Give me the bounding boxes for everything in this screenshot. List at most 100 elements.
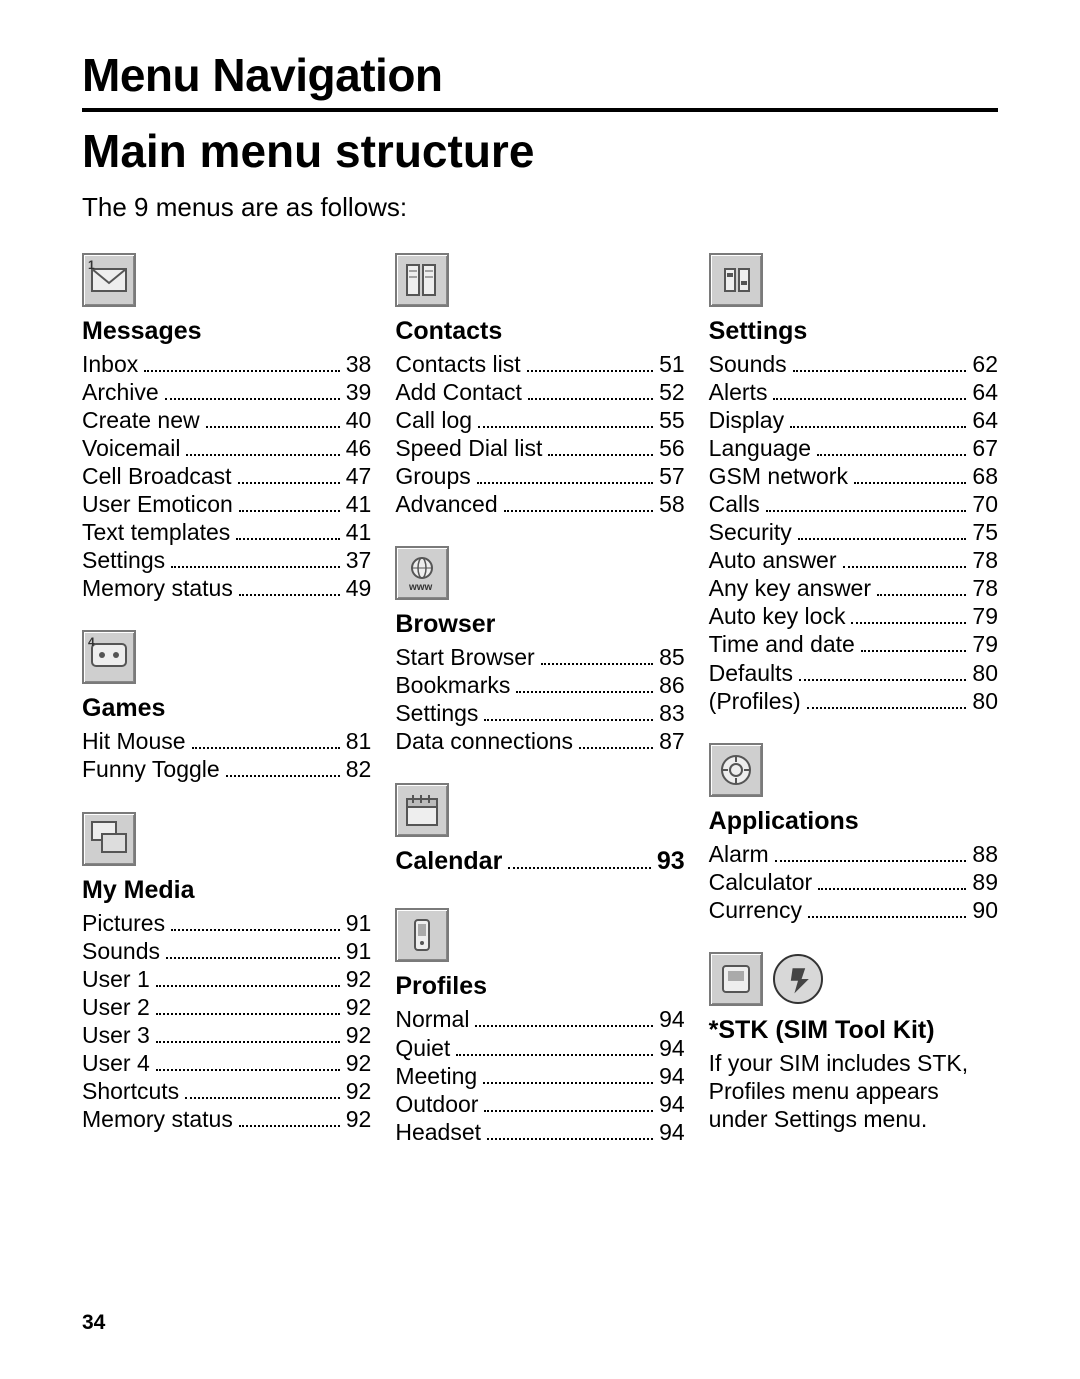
leader-dots [541, 663, 653, 665]
divider [82, 108, 998, 112]
menu-item-label: Archive [82, 378, 159, 406]
menu-item-page: 92 [346, 1049, 372, 1077]
menu-item-page: 41 [346, 490, 372, 518]
menu-item-page: 94 [659, 1034, 685, 1062]
menu-block: SettingsSounds62Alerts64Display64Languag… [709, 253, 998, 715]
menu-block: ProfilesNormal94Quiet94Meeting94Outdoor9… [395, 908, 684, 1145]
menu-title: Profiles [395, 972, 684, 1001]
menu-item-label: Outdoor [395, 1090, 478, 1118]
leader-dots [239, 510, 340, 512]
menu-item: Inbox 38 [82, 350, 371, 378]
menu-item-page: 80 [972, 687, 998, 715]
leader-dots [793, 370, 967, 372]
browser-icon: www [395, 546, 449, 600]
menu-item-label: Headset [395, 1118, 481, 1146]
menu-item-label: Meeting [395, 1062, 477, 1090]
menu-item: Quiet94 [395, 1034, 684, 1062]
menu-item: User 392 [82, 1021, 371, 1049]
menu-item-label: Start Browser [395, 643, 534, 671]
menu-title: Applications [709, 807, 998, 836]
leader-dots [851, 622, 966, 624]
column: SettingsSounds62Alerts64Display64Languag… [709, 253, 998, 1174]
leader-dots [527, 370, 653, 372]
menu-item: Any key answer78 [709, 574, 998, 602]
leader-dots [818, 888, 966, 890]
icon-pair [709, 952, 998, 1006]
leader-dots [773, 398, 966, 400]
leader-dots [186, 454, 339, 456]
menu-item-label: Currency [709, 896, 802, 924]
menu-item-label: Create new [82, 406, 200, 434]
leader-dots [165, 398, 340, 400]
menu-item-page: 39 [346, 378, 372, 406]
menu-item-page: 92 [346, 993, 372, 1021]
menu-item-page: 87 [659, 727, 685, 755]
menu-title: Browser [395, 610, 684, 639]
menu-item-label: Pictures [82, 909, 165, 937]
menu-item-page: 51 [659, 350, 685, 378]
leader-dots [156, 1041, 340, 1043]
menu-item: Funny Toggle82 [82, 755, 371, 783]
menu-item-page: 38 [346, 350, 372, 378]
menu-item-page: 47 [346, 462, 372, 490]
leader-dots [487, 1138, 653, 1140]
menu-item-page: 85 [659, 643, 685, 671]
menu-item-label: Bookmarks [395, 671, 510, 699]
menu-item-label: Alarm [709, 840, 769, 868]
menu-item-label: Hit Mouse [82, 727, 186, 755]
menu-item-label: Groups [395, 462, 470, 490]
leader-dots [226, 775, 340, 777]
menu-item: Alerts64 [709, 378, 998, 406]
settings-icon [709, 253, 763, 307]
svg-text:4: 4 [88, 635, 95, 649]
menu-block: 1MessagesInbox38Archive39Create new40Voi… [82, 253, 371, 602]
mymedia-icon [82, 812, 136, 866]
menu-item: Auto answer78 [709, 546, 998, 574]
calendar-icon [395, 783, 449, 837]
menu-item: Calculator89 [709, 868, 998, 896]
leader-dots [504, 510, 653, 512]
menu-item-label: Normal [395, 1005, 469, 1033]
menu-item-page: 62 [972, 350, 998, 378]
menu-item-page: 94 [659, 1005, 685, 1033]
leader-dots [790, 426, 966, 428]
menu-item: Outdoor94 [395, 1090, 684, 1118]
leader-dots [239, 1125, 340, 1127]
menu-item-page: 67 [972, 434, 998, 462]
menu-item-label: Sounds [709, 350, 787, 378]
menu-item-label: Contacts list [395, 350, 520, 378]
menu-item-page: 52 [659, 378, 685, 406]
menu-item-page: 94 [659, 1118, 685, 1146]
menu-item-page: 68 [972, 462, 998, 490]
menu-note: If your SIM includes STK, Profiles menu … [709, 1049, 998, 1133]
leader-dots [808, 916, 966, 918]
menu-item: Contacts list 51 [395, 350, 684, 378]
menu-item-page: 83 [659, 699, 685, 727]
menu-item-label: Inbox [82, 350, 138, 378]
menu-item: User Emoticon41 [82, 490, 371, 518]
menu-item: Display64 [709, 406, 998, 434]
menu-item-label: Cell Broadcast [82, 462, 232, 490]
menu-item: Archive 39 [82, 378, 371, 406]
menu-item-label: User 4 [82, 1049, 150, 1077]
leader-dots [775, 860, 967, 862]
menu-item-page: 49 [346, 574, 372, 602]
menu-title-label: Calendar [395, 847, 502, 876]
menu-item-label: Calls [709, 490, 760, 518]
menu-item: Sounds91 [82, 937, 371, 965]
menu-title: Calendar93 [395, 847, 684, 876]
menu-item: Memory status92 [82, 1105, 371, 1133]
menu-item-label: Voicemail [82, 434, 180, 462]
menu-item: Calls70 [709, 490, 998, 518]
menu-item: Time and date79 [709, 630, 998, 658]
menu-item-label: User 2 [82, 993, 150, 1021]
leader-dots [236, 538, 339, 540]
leader-dots [516, 691, 653, 693]
leader-dots [877, 594, 966, 596]
menu-item: Meeting94 [395, 1062, 684, 1090]
menu-item-label: Call log [395, 406, 472, 434]
menu-block: 4GamesHit Mouse81Funny Toggle82 [82, 630, 371, 783]
menu-item: Hit Mouse81 [82, 727, 371, 755]
menu-item-label: Text templates [82, 518, 230, 546]
leader-dots [192, 747, 340, 749]
